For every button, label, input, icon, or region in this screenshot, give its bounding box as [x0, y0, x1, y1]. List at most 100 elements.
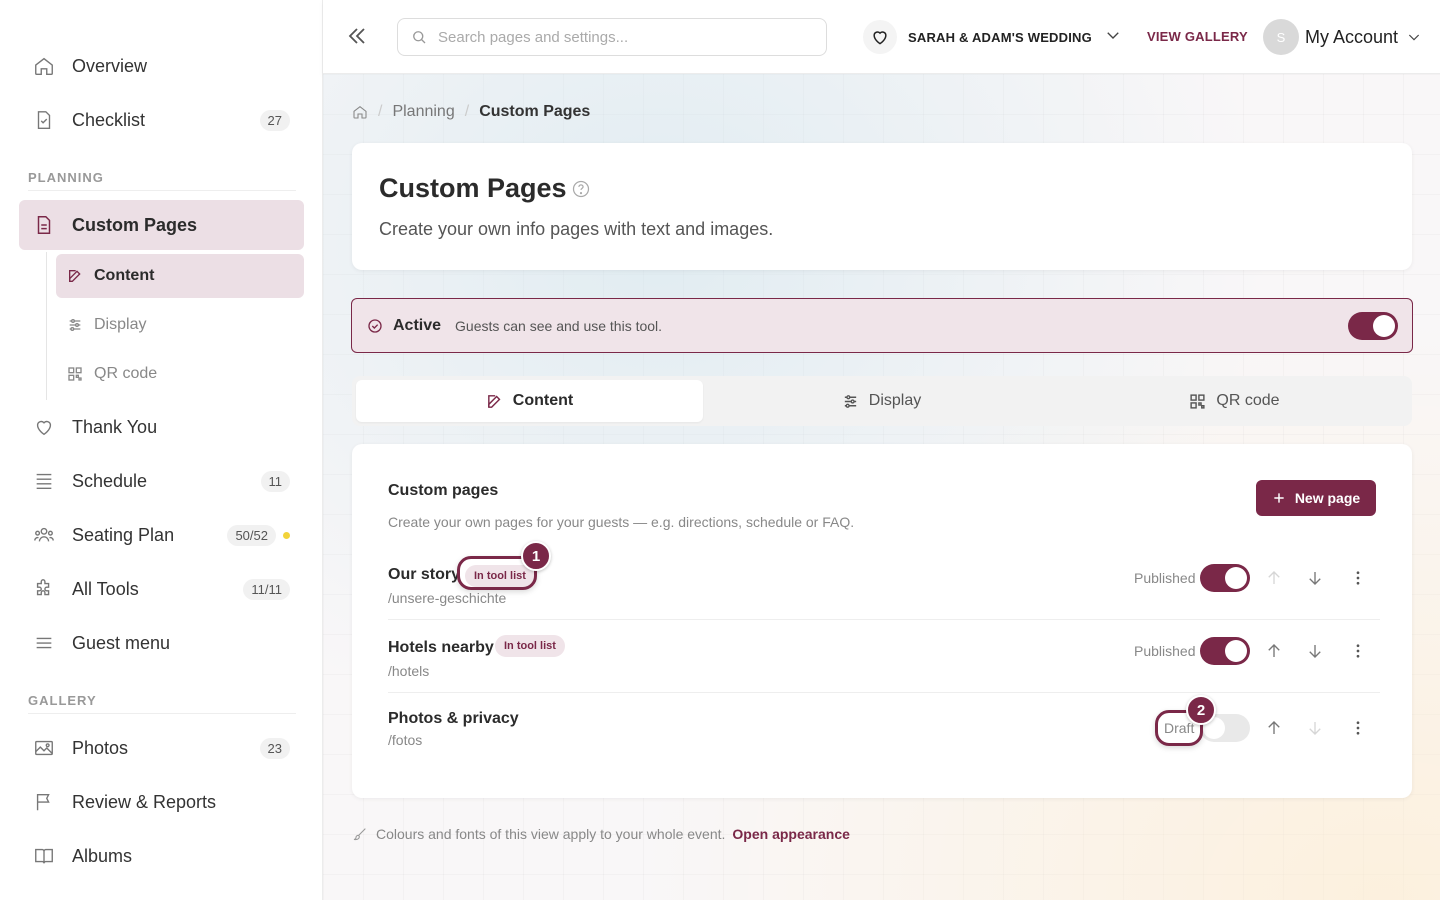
more-options-icon[interactable]	[1349, 719, 1367, 737]
brush-icon	[353, 828, 366, 841]
document-icon	[32, 213, 56, 237]
sliders-icon	[66, 316, 84, 334]
section-label-planning: PLANNING	[28, 170, 104, 185]
collapse-sidebar-icon[interactable]	[345, 24, 369, 50]
sidebar-item-label: Checklist	[72, 109, 146, 130]
arrow-up-icon	[1265, 569, 1283, 587]
sidebar: Overview Checklist 27 PLANNING Custom Pa…	[0, 0, 323, 900]
search-icon	[413, 31, 426, 44]
page-row[interactable]: Photos & privacy /fotos Draft 2	[388, 694, 1380, 766]
book-icon	[32, 844, 56, 868]
tab-bar: Content Display QR code	[352, 376, 1412, 426]
sidebar-item-albums[interactable]: Albums	[19, 832, 304, 880]
count-badge: 50/52	[227, 524, 276, 546]
chevron-down-icon	[1104, 26, 1122, 49]
sidebar-item-label: Seating Plan	[72, 524, 175, 545]
sidebar-item-custom-pages[interactable]: Custom Pages	[19, 200, 304, 250]
count-badge: 11/11	[243, 578, 290, 600]
edit-icon	[66, 267, 84, 285]
tool-active-bar: Active Guests can see and use this tool.	[351, 298, 1413, 353]
event-name: SARAH & ADAM'S WEDDING	[908, 29, 1092, 45]
button-label: New page	[1294, 490, 1361, 506]
sidebar-item-checklist[interactable]: Checklist 27	[19, 96, 304, 144]
sliders-icon	[844, 394, 856, 408]
tab-label: QR code	[1216, 392, 1280, 409]
active-label: Active	[393, 316, 442, 334]
open-appearance-link[interactable]: Open appearance	[732, 826, 850, 842]
sidebar-item-thank-you[interactable]: Thank You	[19, 403, 304, 451]
page-title: Hotels nearby	[388, 639, 494, 656]
tab-label: Content	[512, 392, 574, 409]
main-content: / Planning / Custom Pages Custom Pages C…	[323, 74, 1440, 900]
in-tool-list-badge: In tool list	[495, 635, 565, 657]
qr-code-icon	[66, 365, 84, 383]
section-divider	[28, 190, 296, 191]
search-box	[397, 18, 827, 56]
users-icon	[32, 523, 56, 547]
new-page-button[interactable]: New page	[1256, 480, 1376, 516]
tool-active-toggle[interactable]	[1348, 312, 1398, 340]
arrow-up-icon[interactable]	[1265, 642, 1283, 660]
count-badge: 23	[259, 737, 290, 759]
page-row[interactable]: Our story /unsere-geschichte In tool lis…	[388, 541, 1380, 620]
sidebar-subitem-label: QR code	[94, 365, 158, 382]
publish-toggle[interactable]	[1200, 637, 1250, 665]
callout-number: 1	[521, 541, 551, 571]
sidebar-item-all-tools[interactable]: All Tools 11/11	[19, 565, 304, 613]
home-icon[interactable]	[352, 104, 368, 120]
sidebar-item-overview[interactable]: Overview	[19, 42, 304, 90]
page-slug: /hotels	[388, 663, 430, 679]
tab-display[interactable]: Display	[708, 380, 1055, 422]
page-title: Custom Pages	[379, 173, 567, 203]
topbar: SARAH & ADAM'S WEDDING VIEW GALLERY S My…	[323, 0, 1440, 74]
custom-pages-card: Custom pages Create your own pages for y…	[352, 444, 1412, 798]
breadcrumb-separator: /	[378, 103, 383, 120]
arrow-down-icon[interactable]	[1306, 569, 1324, 587]
sidebar-subitem-label: Display	[94, 316, 147, 333]
breadcrumb-planning[interactable]: Planning	[392, 103, 454, 121]
tab-content[interactable]: Content	[356, 380, 703, 422]
arrow-up-icon[interactable]	[1265, 719, 1283, 737]
sidebar-item-photos[interactable]: Photos 23	[19, 724, 304, 772]
page-subtitle: Create your own info pages with text and…	[379, 219, 774, 239]
count-badge: 27	[259, 109, 290, 131]
checklist-icon	[32, 108, 56, 132]
sidebar-item-label: Albums	[72, 845, 133, 866]
sidebar-item-label: Schedule	[72, 470, 148, 491]
edit-icon	[487, 394, 501, 408]
status-label: Published	[1134, 643, 1196, 659]
breadcrumb-separator: /	[464, 103, 470, 120]
more-options-icon[interactable]	[1349, 642, 1367, 660]
section-label-gallery: GALLERY	[28, 693, 97, 708]
chevron-down-icon	[1408, 34, 1420, 41]
sidebar-subitem-qr[interactable]: QR code	[56, 352, 304, 396]
sidebar-item-schedule[interactable]: Schedule 11	[19, 457, 304, 505]
home-icon	[32, 54, 56, 78]
page-row[interactable]: Hotels nearby /hotels In tool list Publi…	[388, 621, 1380, 693]
sidebar-item-label: Guest menu	[72, 632, 171, 653]
active-description: Guests can see and use this tool.	[455, 317, 663, 334]
search-input[interactable]	[438, 28, 798, 46]
account-menu[interactable]: S My Account	[1263, 19, 1422, 55]
publish-toggle[interactable]	[1200, 564, 1250, 592]
plus-icon	[1274, 493, 1284, 503]
more-options-icon[interactable]	[1349, 569, 1367, 587]
menu-icon	[32, 631, 56, 655]
flag-icon	[32, 790, 56, 814]
arrow-down-icon[interactable]	[1306, 642, 1324, 660]
sidebar-item-seating-plan[interactable]: Seating Plan 50/52	[19, 511, 304, 559]
page-title: Our story	[388, 566, 461, 583]
qr-code-icon	[1190, 393, 1206, 409]
tab-qr-code[interactable]: QR code	[1061, 380, 1408, 422]
help-icon[interactable]	[571, 179, 591, 199]
tab-label: Display	[868, 392, 922, 409]
view-gallery-link[interactable]: VIEW GALLERY	[1147, 29, 1248, 44]
event-switcher[interactable]: SARAH & ADAM'S WEDDING	[863, 20, 1122, 54]
sidebar-item-guest-menu[interactable]: Guest menu	[19, 619, 304, 667]
sidebar-subitem-content[interactable]: Content	[56, 254, 304, 298]
check-circle-icon	[367, 318, 383, 334]
sidebar-item-review-reports[interactable]: Review & Reports	[19, 778, 304, 826]
breadcrumb: / Planning / Custom Pages	[352, 103, 590, 121]
sidebar-subitem-display[interactable]: Display	[56, 303, 304, 347]
count-badge: 11	[260, 470, 290, 492]
